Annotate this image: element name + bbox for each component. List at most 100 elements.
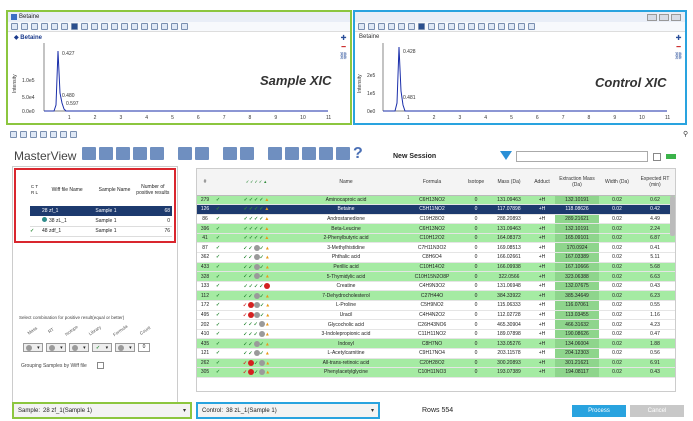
table-row[interactable]: 41 ✓ ✓✓✓✓▲ 2-Phenylbutyric acid C10H12O2 0 164… (197, 233, 675, 244)
table-row[interactable]: 410 ✓ ✓✓✓ ▲ 3-Indolepropionic acid C11H11NO2 0… (197, 329, 675, 340)
row-check-icon[interactable]: ✓ (213, 358, 223, 369)
formula-column-header[interactable]: Formula (401, 169, 463, 196)
row-check-icon[interactable]: ✓ (213, 329, 223, 340)
check-column-header[interactable] (213, 169, 223, 196)
percent-icon[interactable] (388, 23, 395, 30)
table-row[interactable]: 328 ✓ ✓✓ ✓▲ 5-Thymidylic acid C10H15N2O8P 0 322… (197, 271, 675, 282)
table-row[interactable]: 202 ✓ ✓✓✓ ▲ Glycocholic acid C26H43NO6 0 465.30… (197, 319, 675, 330)
table-row[interactable]: 362 ✓ ✓✓ ✓▲ Phthalic acid C8H6O4 0 166.02661 +H 1… (197, 252, 675, 263)
row-check-icon[interactable]: ✓ (213, 223, 223, 234)
row-check-icon[interactable]: ✓ (213, 242, 223, 254)
list-icon[interactable] (121, 23, 128, 30)
settings-icon[interactable] (268, 147, 282, 160)
grouping-checkbox[interactable] (97, 362, 104, 369)
row-check-icon[interactable]: ✓ (213, 338, 223, 349)
open-icon[interactable] (319, 147, 333, 160)
rt-column-header[interactable]: Expected RT (min) (635, 169, 675, 196)
table-row[interactable]: 133 ✓ ✓✓✓✓ Creatine C4H9N3O2 0 131.06948 +H 132.… (197, 281, 675, 292)
table-row[interactable]: 495 ✓ ✓ ✓▲ Uracil C4H4N2O2 0 112.02728 +H 113.034… (197, 310, 675, 321)
sample-row[interactable]: 38 zL_1 Sample 1 0 (30, 216, 172, 226)
library-filter-dropdown[interactable]: ✓ ▾ (92, 343, 112, 352)
ctrl-column-header[interactable]: C T R L (30, 174, 39, 206)
chart-icon[interactable] (223, 147, 237, 160)
row-check-icon[interactable]: ✓ (213, 300, 223, 311)
table-row[interactable]: 262 ✓ ✓ ✓ ▲ All-trans-retinoic acid C20H28O2 0 3… (197, 358, 675, 369)
dropdown-icon[interactable] (418, 23, 425, 30)
pan-icon[interactable] (368, 23, 375, 30)
pin-icon[interactable]: ⚲ (683, 130, 688, 138)
table3-icon[interactable] (171, 23, 178, 30)
minimize-button[interactable] (647, 13, 657, 21)
back-icon[interactable] (81, 23, 88, 30)
row-check-icon[interactable]: ✓ (213, 195, 223, 206)
binoculars-icon[interactable] (70, 131, 77, 138)
row-check-icon[interactable]: ✓ (213, 204, 223, 215)
filter-icon[interactable] (500, 151, 512, 160)
back-icon[interactable] (428, 23, 435, 30)
row-check-icon[interactable]: ✓ (213, 319, 223, 330)
row-check-icon[interactable]: ✓ (213, 348, 223, 359)
table3-icon[interactable] (60, 131, 67, 138)
maximize-button[interactable] (659, 13, 669, 21)
mass-column-header[interactable]: Mass (Da) (489, 169, 529, 196)
plus-icon[interactable]: ✚ (339, 34, 348, 43)
sample-row[interactable]: 28 zf_1 Sample 1 68 (30, 206, 172, 216)
table-row[interactable]: 396 ✓ ✓✓✓✓▲ Beta-Leucine C6H13NO2 0 131.09463 +… (197, 223, 675, 234)
peak-icon[interactable] (61, 23, 68, 30)
zoom-icon[interactable] (358, 23, 365, 30)
row-check-icon[interactable]: ✓ (213, 271, 223, 282)
table-row[interactable]: 86 ✓ ✓✓✓✓▲ Androstanedione C19H28O2 0 288.2089… (197, 214, 675, 225)
grid-icon[interactable] (458, 23, 465, 30)
isotope-filter-dropdown[interactable]: ▾ (69, 343, 89, 352)
baseline-icon[interactable] (398, 23, 405, 30)
table-row[interactable]: 305 ✓ ✓ ✓ ▲ Phenylacetylglycine C10H11NO3 0 193.… (197, 367, 675, 378)
table2-icon[interactable] (161, 23, 168, 30)
trash-icon[interactable] (131, 23, 138, 30)
count-filter-input[interactable]: 0 (138, 343, 150, 352)
table-row[interactable]: 87 ✓ ✓✓ ✓▲ 3-Methylhistidine C7H11N3O2 0 169.08… (197, 242, 675, 254)
rt-filter-dropdown[interactable]: ▾ (46, 343, 66, 352)
grid-icon[interactable] (10, 131, 17, 138)
table-settings-icon[interactable] (285, 147, 299, 160)
chevron-down-icon[interactable]: ▾ (371, 407, 374, 414)
row-check-icon[interactable]: ✓ (213, 214, 223, 225)
table-row[interactable]: 112 ✓ ✓✓ ✓▲ 7-Dehydrocholesterol C27H44O 0 384.… (197, 290, 675, 302)
baseline-icon[interactable] (51, 23, 58, 30)
cursor-icon[interactable] (31, 23, 38, 30)
binoculars-icon[interactable] (528, 23, 535, 30)
formula-filter-dropdown[interactable]: ▾ (115, 343, 135, 352)
percent-icon[interactable] (41, 23, 48, 30)
help-icon[interactable]: ? (353, 146, 363, 162)
refresh-icon[interactable] (101, 23, 108, 30)
count-column-header[interactable]: Number of positive results (134, 174, 172, 206)
zoom-icon[interactable] (11, 23, 18, 30)
table-icon[interactable] (498, 23, 505, 30)
table-row[interactable]: 121 ✓ ✓✓ ✓▲ L-Acetylcarnitine C9H17NO4 0 203.11… (197, 348, 675, 359)
mgf-icon[interactable] (240, 147, 254, 160)
grid-view-icon[interactable] (99, 147, 113, 160)
filter-checkbox[interactable] (653, 153, 661, 161)
row-check-icon[interactable]: ✓ (213, 262, 223, 273)
pan-icon[interactable] (21, 23, 28, 30)
table-icon[interactable] (40, 131, 47, 138)
extraction-mass-column-header[interactable]: Extraction Mass (Da) (555, 169, 599, 196)
binoculars-icon[interactable] (181, 23, 188, 30)
width-column-header[interactable]: Width (Da) (599, 169, 635, 196)
row-check-icon[interactable]: ✓ (213, 233, 223, 244)
row-check-icon[interactable]: ✓ (213, 281, 223, 292)
lock-icon[interactable] (150, 147, 164, 160)
adduct-column-header[interactable]: Adduct (529, 169, 555, 196)
refresh-icon[interactable] (448, 23, 455, 30)
filter-toggle[interactable] (666, 154, 676, 159)
index-column-header[interactable]: # (197, 169, 213, 196)
filter-input[interactable] (516, 151, 648, 162)
dropdown-icon[interactable] (71, 23, 78, 30)
peak-icon[interactable] (408, 23, 415, 30)
compare-icon[interactable] (195, 147, 209, 160)
cursor-icon[interactable] (378, 23, 385, 30)
filter-grid-icon[interactable] (133, 147, 147, 160)
forward-icon[interactable] (91, 23, 98, 30)
export-icon[interactable] (82, 147, 96, 160)
minus-icon[interactable]: ━ (339, 43, 348, 52)
table3-icon[interactable] (518, 23, 525, 30)
